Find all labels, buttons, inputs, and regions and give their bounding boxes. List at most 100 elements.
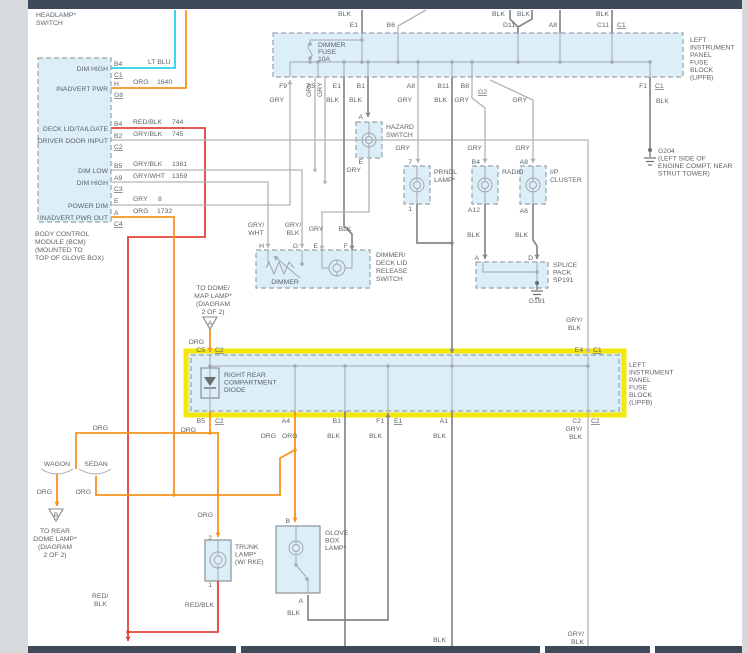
junction-dot [450,241,454,245]
wire-label: DIM LOW [78,168,108,175]
wire-label: GRY/ [566,426,583,433]
wire-label: BLK [517,11,530,18]
bcm-caption: TOP OF GLOVE BOX) [35,255,104,262]
wire-arrowhead [292,517,298,522]
junction-dot [450,364,454,368]
blk-cluster-return-wire [532,204,538,259]
connector-ref-label: C4 [114,221,123,228]
wire-arrowhead [415,158,421,163]
wire-label: INADVERT PWR [56,86,108,93]
bcm-caption: MODULE (BCM) [35,239,86,246]
ip-cluster-label: CLUSTER [550,177,582,184]
blk-prndl-return-wire [416,204,452,244]
junction-dot [416,60,420,64]
junction-dot [294,563,298,567]
connector-ref-label: C2 [114,144,123,151]
g204-label: STRUT TOWER) [658,171,710,178]
glove-box-lamp-box [275,525,321,594]
wire-label: DECK LID/TAILGATE [43,126,109,133]
wire-label: A9 [114,175,123,182]
gry-8-wire [111,80,291,206]
to-dome-map-lamp-label: 2 OF 2) [201,309,224,316]
lipfb-top-label: LEFT [690,37,707,44]
wire-label: POWER DIM [68,203,108,210]
wiring-diagram-canvas: ABB4C1DIM HIGHLT BLUHG8INADVERT PWRORG 16… [33,9,735,646]
wire-label: E4 [575,347,584,354]
wire-label: B8 [461,83,470,90]
fuse-icon [308,42,312,46]
connector-ref-label: G8 [114,92,123,99]
wire-arrowhead [349,245,355,250]
wire-label: B5 [197,418,206,425]
g191-label: G191 [529,298,546,305]
wire-label: 1640 [157,79,172,86]
wire-label: GRY/ [248,222,265,229]
hazard-switch-label: HAZARD [386,124,414,131]
wire-arrowhead [319,245,325,250]
wire-label: 1 [208,582,212,589]
connector-ref-label: C3 [114,186,123,193]
wire-label: G [293,243,298,250]
connector-ref-label: E1 [394,418,403,425]
wire-label: BLK [571,639,584,646]
junction-dot [300,262,304,266]
junction-dot [360,38,364,42]
junction-dot [535,270,539,274]
lipfb-bottom-label: (LIPFB) [629,400,652,407]
wire-label: INADVERT PWR OUT [40,215,108,222]
to-rear-dome-lamp-label: DOME LAMP* [33,536,77,543]
wire-arrowhead [482,158,488,163]
wire-label: 1 [408,206,412,213]
wire-label: BLK [433,637,446,644]
offpage-connector-letter: B [54,512,59,519]
wire-label: A4 [282,418,291,425]
junction-dot [516,60,520,64]
wire-label: E [114,198,119,205]
wire-label: B4 [114,61,123,68]
wire-label: A1 [440,418,449,425]
wire-label: BLK [339,226,352,233]
wire-label: E1 [333,83,342,90]
wire-label: BLK [287,230,300,237]
wire-label: B5 [114,163,123,170]
wire-label: GRY [515,145,530,152]
junction-dot [126,630,130,634]
wire-label: A8 [407,83,416,90]
wire-label: F1 [376,418,384,425]
wire-label: DIM HIGH [77,180,108,187]
wire-label: C2 [572,418,581,425]
wire-label: GRY [395,145,410,152]
lipfb-top-label: PANEL [690,52,712,59]
prndl-lamp-label: PRNDL [434,169,457,176]
wire-label: H [259,243,264,250]
lipfb-bottom-label: FUSE [629,385,648,392]
wire-label: DIM HIGH [77,66,108,73]
glove-box-lamp-label: GLOVE [325,530,349,537]
wire-label: GRY/WHT [133,173,165,180]
wire-label: BLK [369,433,382,440]
wire-label: C5 [196,347,205,354]
wire-label: ORG [133,79,148,86]
diode-label: DIODE [224,387,246,394]
wire-label: GRY [454,97,469,104]
trunk-lamp-label: (W/ RKE) [235,559,264,566]
lipfb-top-label: (LIPFB) [690,75,713,82]
junction-dot [208,364,212,368]
junction-dot [470,60,474,64]
junction-dot [208,431,212,435]
wire-label: ORG [261,433,276,440]
offpage-connector-letter: A [208,320,213,327]
wire-label: B11 [437,83,449,90]
junction-dot [313,168,317,172]
connector-ref-label: C1 [655,83,664,90]
wire-label: 7 [408,159,412,166]
wire-label: BLK [434,97,447,104]
wire-label: A6 [520,208,529,215]
wire-label: BLK [467,232,480,239]
diode-label: COMPARTMENT [224,380,277,387]
lipfb-bottom-label: INSTRUMENT [629,370,674,377]
g204-label: (LEFT SIDE OF [658,156,706,163]
wire-label: E [358,159,363,166]
junction-dot [308,60,312,64]
connector-ref-label: C1 [593,347,602,354]
